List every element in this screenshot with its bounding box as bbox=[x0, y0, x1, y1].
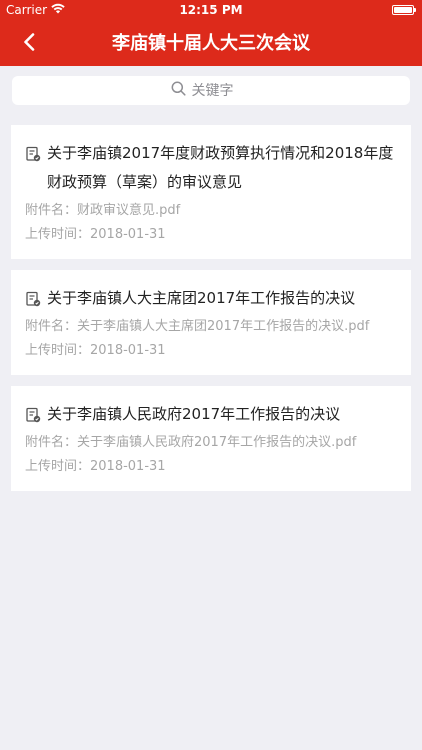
search-bar bbox=[0, 66, 422, 114]
upload-time-label: 上传时间： bbox=[25, 227, 91, 242]
document-card[interactable]: 关于李庙镇人民政府2017年工作报告的决议 附件名：关于李庙镇人民政府2017年… bbox=[11, 386, 411, 491]
document-title: 关于李庙镇人大主席团2017年工作报告的决议 bbox=[47, 289, 356, 307]
attachment-label: 附件名： bbox=[25, 203, 78, 218]
document-icon bbox=[25, 146, 41, 162]
back-button[interactable] bbox=[14, 30, 44, 58]
upload-time: 2018-01-31 bbox=[90, 343, 166, 358]
attachment-label: 附件名： bbox=[25, 319, 78, 334]
upload-time-line: 上传时间：2018-01-31 bbox=[25, 455, 397, 479]
upload-time: 2018-01-31 bbox=[90, 459, 166, 474]
document-title: 关于李庙镇人民政府2017年工作报告的决议 bbox=[47, 405, 341, 423]
attachment-line: 附件名：关于李庙镇人大主席团2017年工作报告的决议.pdf bbox=[25, 315, 397, 339]
status-bar: Carrier 12:15 PM bbox=[0, 0, 422, 22]
search-icon bbox=[171, 81, 186, 100]
document-title: 关于李庙镇2017年度财政预算执行情况和2018年度财政预算（草案）的审议意见 bbox=[47, 144, 394, 191]
upload-time-line: 上传时间：2018-01-31 bbox=[25, 223, 397, 247]
document-meta: 附件名：关于李庙镇人民政府2017年工作报告的决议.pdf 上传时间：2018-… bbox=[25, 431, 397, 479]
attachment-line: 附件名：关于李庙镇人民政府2017年工作报告的决议.pdf bbox=[25, 431, 397, 455]
document-card[interactable]: 关于李庙镇2017年度财政预算执行情况和2018年度财政预算（草案）的审议意见 … bbox=[11, 125, 411, 259]
search-box[interactable] bbox=[12, 76, 410, 105]
search-input[interactable] bbox=[191, 82, 252, 99]
status-time: 12:15 PM bbox=[179, 3, 243, 17]
nav-bar: 李庙镇十届人大三次会议 bbox=[0, 22, 422, 66]
attachment-name: 关于李庙镇人民政府2017年工作报告的决议.pdf bbox=[77, 435, 357, 450]
document-title-row: 关于李庙镇人民政府2017年工作报告的决议 bbox=[25, 400, 397, 429]
attachment-label: 附件名： bbox=[25, 435, 78, 450]
chevron-left-icon bbox=[23, 33, 35, 55]
document-title-row: 关于李庙镇2017年度财政预算执行情况和2018年度财政预算（草案）的审议意见 bbox=[25, 139, 397, 197]
attachment-name: 财政审议意见.pdf bbox=[77, 203, 181, 218]
document-meta: 附件名：关于李庙镇人大主席团2017年工作报告的决议.pdf 上传时间：2018… bbox=[25, 315, 397, 363]
document-list: 关于李庙镇2017年度财政预算执行情况和2018年度财政预算（草案）的审议意见 … bbox=[11, 125, 411, 502]
document-icon bbox=[25, 291, 41, 307]
document-card[interactable]: 关于李庙镇人大主席团2017年工作报告的决议 附件名：关于李庙镇人大主席团201… bbox=[11, 270, 411, 375]
upload-time-label: 上传时间： bbox=[25, 343, 91, 358]
attachment-line: 附件名：财政审议意见.pdf bbox=[25, 199, 397, 223]
page-title: 李庙镇十届人大三次会议 bbox=[112, 33, 310, 54]
document-meta: 附件名：财政审议意见.pdf 上传时间：2018-01-31 bbox=[25, 199, 397, 247]
battery-nub bbox=[414, 8, 416, 12]
battery-icon bbox=[392, 5, 416, 15]
document-title-row: 关于李庙镇人大主席团2017年工作报告的决议 bbox=[25, 284, 397, 313]
upload-time-label: 上传时间： bbox=[25, 459, 91, 474]
document-icon bbox=[25, 407, 41, 423]
upload-time-line: 上传时间：2018-01-31 bbox=[25, 339, 397, 363]
upload-time: 2018-01-31 bbox=[90, 227, 166, 242]
battery-fill bbox=[394, 7, 412, 13]
attachment-name: 关于李庙镇人大主席团2017年工作报告的决议.pdf bbox=[77, 319, 370, 334]
